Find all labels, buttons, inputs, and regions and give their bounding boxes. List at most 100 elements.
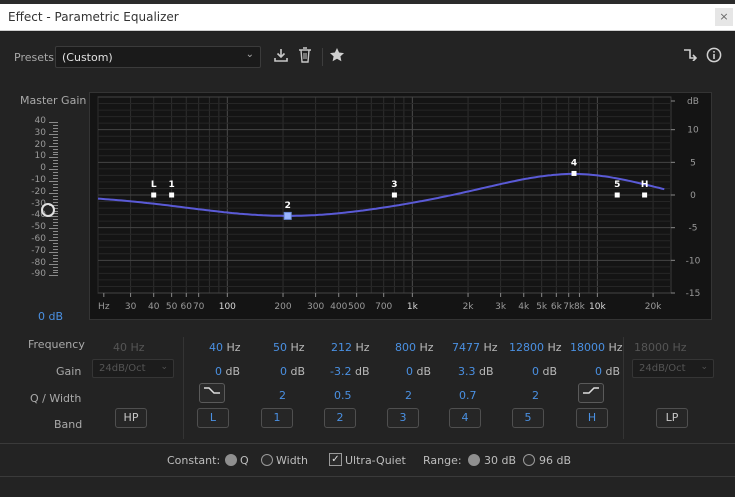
band-node-L[interactable] xyxy=(151,192,157,198)
eq-graph[interactable]: dB 10 5 0 -5 -10 -15 Hz 30 40 50 60 70 100 200 300 400 50… xyxy=(89,92,712,320)
band-1-gain[interactable]: 0 dB xyxy=(280,365,305,378)
band-1-q[interactable]: 2 xyxy=(279,389,286,402)
band-l-button[interactable]: L xyxy=(197,408,229,428)
constant-width-radio[interactable] xyxy=(261,454,273,466)
band-node-5[interactable] xyxy=(614,192,620,198)
eq-graph-canvas[interactable]: dB1050-5-10-15Hz 30 40 50 60 70 100 200 300 400 50… xyxy=(90,93,713,321)
band-4-button[interactable]: 4 xyxy=(449,408,481,428)
band-l-gain[interactable]: 0 dB xyxy=(215,365,240,378)
master-scale-tick xyxy=(53,124,58,126)
band-1-frequency[interactable]: 50 Hz xyxy=(273,341,305,354)
band-3-gain[interactable]: 0 dB xyxy=(406,365,431,378)
master-scale-tick xyxy=(53,266,58,268)
master-scale-tick xyxy=(53,222,58,224)
band-5-gain-value: 0 xyxy=(532,365,539,378)
range-96-radio[interactable] xyxy=(523,454,535,466)
range-30-radio[interactable] xyxy=(468,454,480,466)
constant-q-label[interactable]: Q xyxy=(240,454,249,467)
master-scale-tick xyxy=(49,228,58,230)
band-4-q[interactable]: 0.7 xyxy=(459,389,477,402)
band-2-q[interactable]: 0.5 xyxy=(334,389,352,402)
master-scale-label: 20 xyxy=(34,139,46,150)
band-5-q[interactable]: 2 xyxy=(532,389,539,402)
options-bar: Constant: Q Width ✓ Ultra-Quiet Range: 3… xyxy=(0,450,735,472)
band-h-gain[interactable]: 0 dB xyxy=(595,365,620,378)
freq-axis-label: 2k xyxy=(463,302,475,312)
save-preset-icon[interactable] xyxy=(271,47,291,67)
band-l-frequency[interactable]: 40 Hz xyxy=(209,341,241,354)
info-icon[interactable] xyxy=(704,47,724,67)
toolbar-divider xyxy=(322,48,323,66)
master-scale-tick xyxy=(53,245,58,247)
master-scale-tick xyxy=(53,269,58,271)
band-node-2[interactable] xyxy=(283,211,292,220)
band-node-3[interactable] xyxy=(391,192,397,198)
band-node-label: L xyxy=(151,180,157,190)
band-5-frequency-value: 12800 xyxy=(509,341,544,354)
delete-preset-icon[interactable] xyxy=(295,47,315,67)
close-button[interactable]: × xyxy=(715,8,733,26)
master-scale-label: -90 xyxy=(31,269,46,280)
master-scale-tick xyxy=(53,136,58,138)
band-3-q[interactable]: 2 xyxy=(405,389,412,402)
band-2-gain-unit: dB xyxy=(354,365,370,378)
route-icon[interactable] xyxy=(680,47,700,67)
freq-axis-label: 400 xyxy=(330,302,347,312)
ultra-quiet-checkbox[interactable]: ✓ xyxy=(329,453,342,466)
band-5-gain[interactable]: 0 dB xyxy=(532,365,557,378)
lp-slope-value: 24dB/Oct xyxy=(639,363,686,374)
band-node-1[interactable] xyxy=(169,192,175,198)
band-h-frequency[interactable]: 18000 Hz xyxy=(570,341,623,354)
band-5-frequency[interactable]: 12800 Hz xyxy=(509,341,562,354)
q-width-row-label: Q / Width xyxy=(30,392,82,405)
db-axis-label: -10 xyxy=(686,256,701,266)
band-4-gain[interactable]: 3.3 dB xyxy=(458,365,494,378)
master-scale-tick xyxy=(53,148,58,150)
band-l-shelf-button[interactable] xyxy=(199,383,225,403)
presets-dropdown[interactable]: (Custom) ⌄ xyxy=(55,46,261,68)
master-gain-knob[interactable] xyxy=(41,203,55,217)
band-h-shelf-button[interactable] xyxy=(578,383,604,403)
band-4-frequency[interactable]: 7477 Hz xyxy=(452,341,498,354)
frequency-row-label: Frequency xyxy=(28,338,85,351)
range-30-label[interactable]: 30 dB xyxy=(484,454,516,467)
band-3-frequency[interactable]: 800 Hz xyxy=(395,341,434,354)
constant-width-label[interactable]: Width xyxy=(276,454,308,467)
master-scale-tick xyxy=(53,130,58,132)
master-scale-tick xyxy=(53,175,58,177)
range-96-label[interactable]: 96 dB xyxy=(539,454,571,467)
master-gain-value[interactable]: 0 dB xyxy=(38,310,63,323)
chevron-down-icon: ⌄ xyxy=(160,362,168,372)
hp-band-button[interactable]: HP xyxy=(115,408,147,428)
band-1-button[interactable]: 1 xyxy=(261,408,293,428)
constant-q-radio[interactable] xyxy=(225,454,237,466)
master-scale-tick xyxy=(53,195,58,197)
master-scale-tick xyxy=(53,219,58,221)
band-node-4[interactable] xyxy=(571,170,577,176)
freq-axis-label: 10k xyxy=(589,302,606,312)
band-5-button[interactable]: 5 xyxy=(512,408,544,428)
band-1-gain-unit: dB xyxy=(290,365,306,378)
master-scale-label: 10 xyxy=(34,151,46,162)
master-scale-label: -20 xyxy=(31,186,46,197)
master-scale-label: -80 xyxy=(31,257,46,268)
toolbar: Presets: (Custom) ⌄ xyxy=(0,42,735,72)
freq-axis-label: 20k xyxy=(645,302,662,312)
band-h-button[interactable]: H xyxy=(576,408,608,428)
db-axis-label: -15 xyxy=(686,289,701,299)
band-1-gain-value: 0 xyxy=(280,365,287,378)
band-2-frequency[interactable]: 212 Hz xyxy=(331,341,370,354)
lp-band-button[interactable]: LP xyxy=(656,408,688,428)
ultra-quiet-label[interactable]: Ultra-Quiet xyxy=(345,454,406,467)
band-h-gain-unit: dB xyxy=(605,365,621,378)
band-2-gain[interactable]: -3.2 dB xyxy=(330,365,370,378)
favorite-star-icon[interactable] xyxy=(327,47,347,67)
band-3-gain-value: 0 xyxy=(406,365,413,378)
band-node-H[interactable] xyxy=(642,192,648,198)
band-4-frequency-value: 7477 xyxy=(452,341,480,354)
band-2-button[interactable]: 2 xyxy=(324,408,356,428)
db-axis-label: 10 xyxy=(687,126,699,136)
band-3-button[interactable]: 3 xyxy=(387,408,419,428)
master-scale-tick xyxy=(53,154,58,156)
band-node-label: 4 xyxy=(571,158,577,168)
